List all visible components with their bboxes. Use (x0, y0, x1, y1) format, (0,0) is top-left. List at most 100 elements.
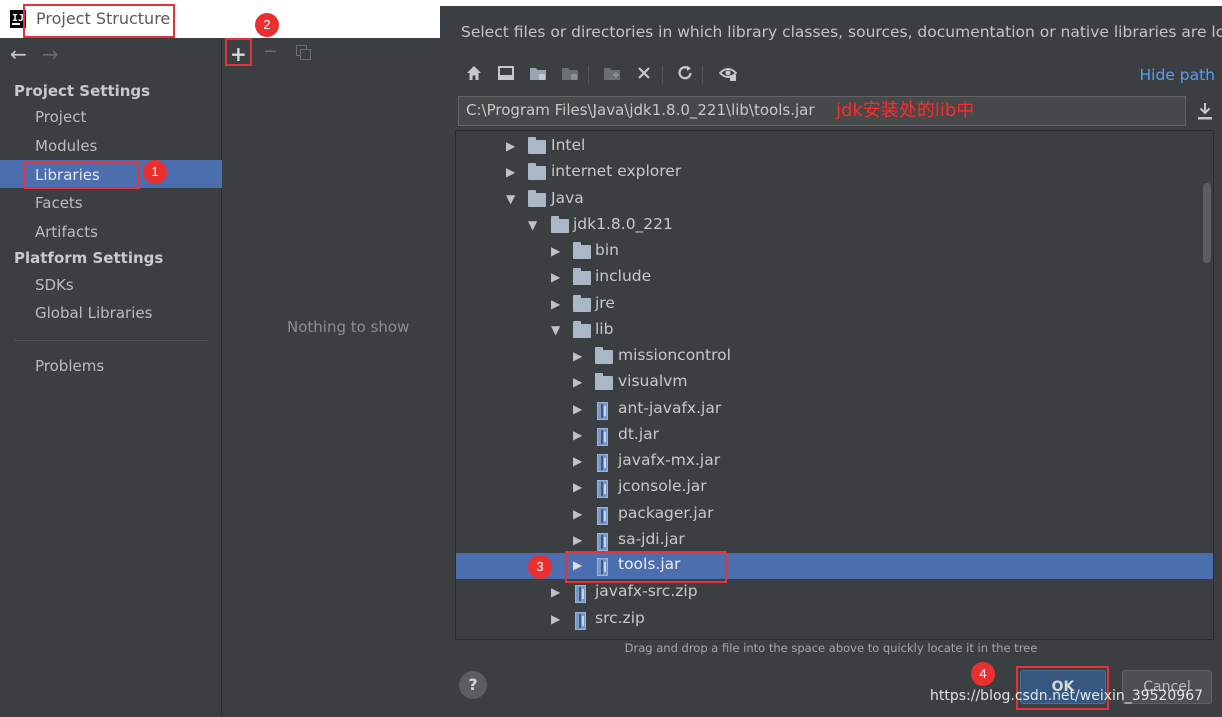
folder-icon (573, 321, 591, 338)
tree-node-label: Intel (551, 136, 586, 154)
sidebar-item-artifacts[interactable]: Artifacts (35, 223, 98, 241)
tree-node-label: jre (595, 294, 615, 312)
expand-arrow-icon[interactable]: ▶ (573, 507, 582, 521)
home-icon[interactable] (464, 64, 484, 86)
forward-arrow-icon[interactable]: → (42, 44, 59, 64)
new-folder-icon[interactable] (602, 64, 622, 86)
tree-node-label: Java (551, 189, 584, 207)
tree-node[interactable]: ▶ visualvm (456, 370, 1213, 396)
back-arrow-icon[interactable]: ← (10, 44, 27, 64)
expand-arrow-icon[interactable]: ▶ (573, 428, 582, 442)
tree-node-label: packager.jar (618, 504, 714, 522)
refresh-icon[interactable] (675, 64, 695, 86)
tree-node[interactable]: ▶ javafx-mx.jar (456, 449, 1213, 475)
sidebar-item-facets[interactable]: Facets (35, 194, 83, 212)
desktop-icon[interactable] (496, 64, 516, 86)
title-bar: IJ Project Structure (0, 0, 440, 38)
expand-arrow-icon[interactable]: ▶ (551, 244, 560, 258)
hide-path-link[interactable]: Hide path (1139, 66, 1215, 84)
tree-node-label: dt.jar (618, 425, 660, 443)
sidebar-item-libraries[interactable] (0, 160, 222, 188)
expand-arrow-icon[interactable]: ▶ (573, 480, 582, 494)
step-badge-2: 2 (255, 13, 279, 37)
tree-scrollbar[interactable] (1203, 183, 1211, 263)
help-button[interactable]: ? (459, 671, 487, 699)
tree-node[interactable]: ▼ lib (456, 318, 1213, 344)
show-hidden-icon[interactable] (718, 64, 738, 86)
tree-node-selected[interactable]: ▶ tools.jar (456, 553, 1213, 579)
tree-node[interactable]: ▶ include (456, 265, 1213, 291)
zip-file-icon (575, 585, 586, 603)
tree-node[interactable]: ▶ bin (456, 239, 1213, 265)
tree-node[interactable]: ▶ missioncontrol (456, 344, 1213, 370)
tree-node[interactable]: ▶ javafx-src.zip (456, 580, 1213, 606)
folder-icon (573, 295, 591, 312)
expand-arrow-icon[interactable]: ▶ (573, 558, 582, 572)
jar-file-icon (597, 454, 608, 472)
copy-icon[interactable] (296, 45, 312, 61)
path-input[interactable]: C:\Program Files\Java\jdk1.8.0_221\lib\t… (458, 96, 1186, 126)
jar-file-icon (597, 507, 608, 525)
intellij-logo-icon: IJ (10, 10, 26, 28)
tree-node-label: missioncontrol (618, 346, 731, 364)
sidebar-item-modules[interactable]: Modules (35, 137, 97, 155)
tree-node[interactable]: ▶ packager.jar (456, 502, 1213, 528)
project-folder-icon[interactable] (528, 64, 548, 86)
tree-node[interactable]: ▼ jdk1.8.0_221 (456, 213, 1213, 239)
expand-arrow-icon[interactable]: ▶ (551, 585, 560, 599)
tree-node-label: include (595, 267, 652, 285)
tree-node-label: bin (595, 241, 619, 259)
download-icon[interactable] (1196, 100, 1214, 122)
sidebar-item-problems[interactable]: Problems (35, 357, 104, 375)
collapse-arrow-icon[interactable]: ▼ (551, 323, 560, 337)
folder-icon (528, 190, 546, 207)
expand-arrow-icon[interactable]: ▶ (573, 454, 582, 468)
folder-icon (573, 268, 591, 285)
file-tree[interactable]: ▶ Intel ▶ internet explorer ▼ Java ▼ jdk… (455, 130, 1214, 640)
tree-node[interactable]: ▶ sa-jdi.jar (456, 528, 1213, 554)
collapse-arrow-icon[interactable]: ▼ (528, 218, 537, 232)
tree-node[interactable]: ▼ Java (456, 187, 1213, 213)
jar-file-icon (597, 533, 608, 551)
delete-icon[interactable] (634, 64, 654, 86)
empty-state-text: Nothing to show (287, 318, 410, 336)
add-library-button[interactable]: + (230, 42, 247, 66)
expand-arrow-icon[interactable]: ▶ (551, 297, 560, 311)
tree-node[interactable]: ▶ jconsole.jar (456, 475, 1213, 501)
expand-arrow-icon[interactable]: ▶ (573, 375, 582, 389)
expand-arrow-icon[interactable]: ▶ (506, 139, 515, 153)
sidebar-item-libraries-label: Libraries (35, 166, 100, 184)
sidebar-item-global-libraries[interactable]: Global Libraries (35, 304, 152, 322)
tree-node[interactable]: ▶ dt.jar (456, 423, 1213, 449)
tree-node-label: javafx-mx.jar (618, 451, 721, 469)
step-badge-3: 3 (528, 555, 552, 579)
folder-icon (573, 242, 591, 259)
tree-node-label: ant-javafx.jar (618, 399, 722, 417)
collapse-arrow-icon[interactable]: ▼ (506, 192, 515, 206)
tree-node-label: javafx-src.zip (595, 582, 698, 600)
tree-node[interactable]: ▶ Intel (456, 134, 1213, 160)
project-settings-header: Project Settings (14, 82, 151, 100)
expand-arrow-icon[interactable]: ▶ (573, 533, 582, 547)
toolbar-separator (662, 66, 663, 84)
folder-icon (595, 347, 613, 364)
module-folder-icon[interactable] (560, 64, 580, 86)
folder-icon (595, 373, 613, 390)
expand-arrow-icon[interactable]: ▶ (573, 349, 582, 363)
path-annotation-text: jdk安装处的lib中 (836, 100, 975, 121)
tree-node[interactable]: ▶ ant-javafx.jar (456, 397, 1213, 423)
remove-library-button[interactable]: − (263, 41, 278, 62)
project-structure-window: IJ Project Structure ← → Project Setting… (0, 0, 440, 717)
tree-node[interactable]: ▶ internet explorer (456, 160, 1213, 186)
sidebar-item-sdks[interactable]: SDKs (35, 276, 74, 294)
tree-node[interactable]: ▶ src.zip (456, 607, 1213, 633)
expand-arrow-icon[interactable]: ▶ (551, 270, 560, 284)
tree-node-label: jdk1.8.0_221 (573, 215, 673, 233)
expand-arrow-icon[interactable]: ▶ (551, 612, 560, 626)
expand-arrow-icon[interactable]: ▶ (573, 402, 582, 416)
expand-arrow-icon[interactable]: ▶ (506, 165, 515, 179)
tree-node[interactable]: ▶ jre (456, 292, 1213, 318)
zip-file-icon (575, 612, 586, 630)
sidebar-item-project[interactable]: Project (35, 108, 86, 126)
folder-icon (528, 137, 546, 154)
